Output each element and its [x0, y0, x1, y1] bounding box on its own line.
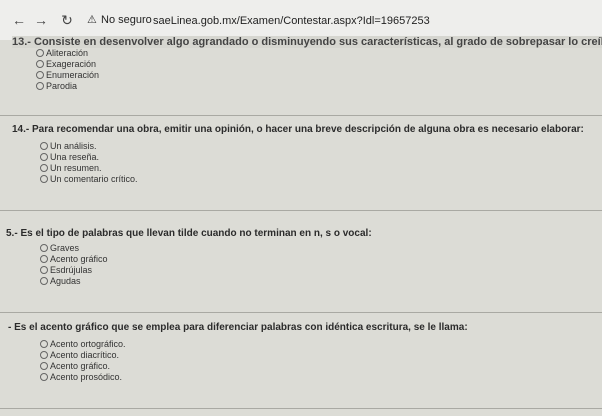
radio-icon[interactable]	[40, 244, 48, 252]
option-acento-ortografico[interactable]: Acento ortográfico.	[40, 339, 126, 349]
browser-toolbar: ← → ↻ ⚠ No seguro saeLinea.gob.mx/Examen…	[0, 0, 602, 40]
question-15-title: 5.- Es el tipo de palabras que llevan ti…	[6, 228, 372, 239]
option-aliteracion[interactable]: Aliteración	[36, 48, 88, 58]
option-esdrujulas[interactable]: Esdrújulas	[40, 265, 92, 275]
radio-icon[interactable]	[40, 362, 48, 370]
radio-icon[interactable]	[36, 82, 44, 90]
radio-icon[interactable]	[40, 266, 48, 274]
option-acento-grafico[interactable]: Acento gráfico	[40, 254, 108, 264]
divider	[0, 115, 602, 116]
option-una-resena[interactable]: Una reseña.	[40, 152, 99, 162]
option-graves[interactable]: Graves	[40, 243, 79, 253]
radio-icon[interactable]	[40, 340, 48, 348]
radio-icon[interactable]	[40, 164, 48, 172]
option-un-analisis[interactable]: Un análisis.	[40, 141, 97, 151]
radio-icon[interactable]	[40, 277, 48, 285]
option-acento-prosodico[interactable]: Acento prosódico.	[40, 372, 122, 382]
radio-icon[interactable]	[40, 153, 48, 161]
radio-icon[interactable]	[40, 373, 48, 381]
security-label[interactable]: No seguro	[101, 14, 152, 26]
warning-icon[interactable]: ⚠	[87, 13, 97, 26]
option-un-resumen[interactable]: Un resumen.	[40, 163, 102, 173]
radio-icon[interactable]	[40, 351, 48, 359]
option-acento-diacritico[interactable]: Acento diacrítico.	[40, 350, 119, 360]
radio-icon[interactable]	[36, 60, 44, 68]
option-parodia[interactable]: Parodia	[36, 81, 77, 91]
question-16-title: - Es el acento gráfico que se emplea par…	[8, 322, 468, 333]
divider	[0, 408, 602, 409]
divider	[0, 312, 602, 313]
radio-icon[interactable]	[36, 49, 44, 57]
previous-question-text: 13.- Consiste en desenvolver algo agrand…	[12, 36, 602, 48]
arrow-right-icon[interactable]: →	[32, 12, 50, 28]
radio-icon[interactable]	[40, 175, 48, 183]
arrow-left-icon[interactable]: ←	[10, 12, 28, 28]
option-enumeracion[interactable]: Enumeración	[36, 70, 99, 80]
radio-icon[interactable]	[40, 255, 48, 263]
option-un-comentario-critico[interactable]: Un comentario crítico.	[40, 174, 138, 184]
question-14-title: 14.- Para recomendar una obra, emitir un…	[12, 124, 584, 135]
reload-icon[interactable]: ↻	[58, 12, 76, 28]
option-acento-grafico-2[interactable]: Acento gráfico.	[40, 361, 110, 371]
divider	[0, 210, 602, 211]
radio-icon[interactable]	[40, 142, 48, 150]
option-exageracion[interactable]: Exageración	[36, 59, 96, 69]
address-bar-url[interactable]: saeLinea.gob.mx/Examen/Contestar.aspx?Id…	[153, 15, 430, 27]
option-agudas[interactable]: Agudas	[40, 276, 81, 286]
radio-icon[interactable]	[36, 71, 44, 79]
